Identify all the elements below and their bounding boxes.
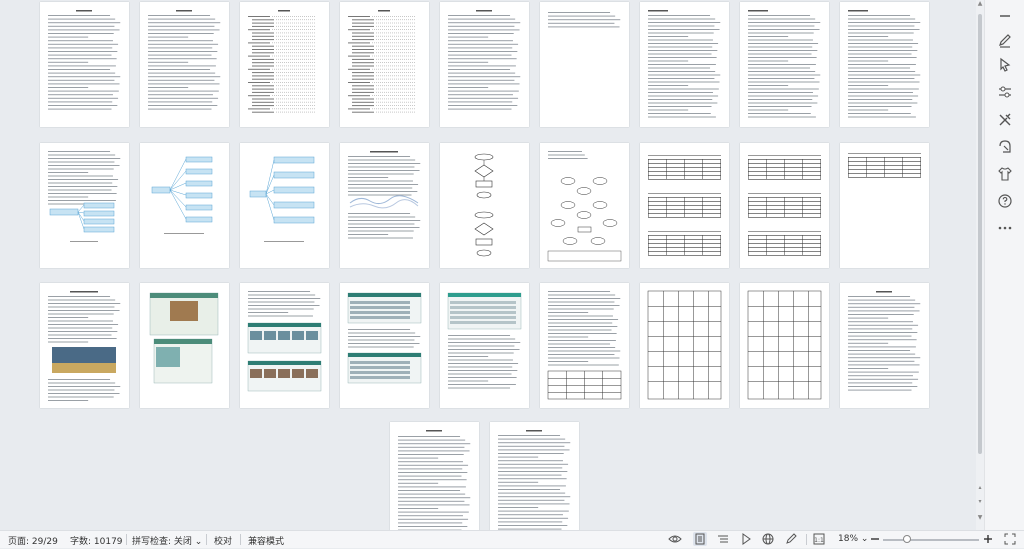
spellcheck-toggle[interactable]: 拼写检查: 关闭 ⌄	[132, 534, 202, 547]
page-thumbnail[interactable]	[390, 422, 479, 530]
page-thumbnail[interactable]	[640, 143, 729, 268]
shirt-icon[interactable]	[995, 164, 1015, 184]
page-thumbnail[interactable]	[240, 143, 329, 268]
word-count[interactable]: 字数: 10179	[70, 534, 123, 547]
pen-tool-icon[interactable]	[784, 532, 798, 546]
page-thumbnail[interactable]	[640, 283, 729, 408]
document-canvas[interactable]	[0, 0, 976, 530]
scrollbar-thumb[interactable]	[978, 14, 982, 454]
page-thumbnail[interactable]	[840, 283, 929, 408]
zoom-value: 18%	[838, 534, 858, 544]
right-toolbar	[984, 0, 1024, 530]
scroll-page-down-icon[interactable]: ▾	[976, 498, 984, 506]
page-thumbnail[interactable]	[240, 283, 329, 408]
zoom-level[interactable]: 18% ⌄	[838, 534, 868, 544]
page-thumbnail[interactable]	[490, 422, 579, 530]
page-thumbnail[interactable]	[440, 283, 529, 408]
page-thumbnail[interactable]	[540, 283, 629, 408]
svg-text:1:1: 1:1	[814, 537, 824, 544]
page-thumbnail[interactable]	[340, 2, 429, 127]
crop-icon[interactable]	[995, 137, 1015, 157]
web-view-icon[interactable]	[761, 532, 775, 546]
separator	[206, 534, 207, 545]
page-thumbnail[interactable]	[540, 2, 629, 127]
scroll-up-arrow-icon[interactable]: ▲	[976, 0, 984, 8]
page-thumbnail[interactable]	[740, 2, 829, 127]
scroll-down-arrow-icon[interactable]: ▼	[976, 514, 984, 522]
fit-page-icon[interactable]: 1:1	[812, 532, 826, 546]
help-icon[interactable]	[995, 191, 1015, 211]
separator	[240, 534, 241, 545]
play-icon[interactable]	[739, 532, 753, 546]
page-thumbnail[interactable]	[140, 283, 229, 408]
page-view-icon[interactable]	[693, 532, 707, 546]
page-thumbnail[interactable]	[440, 143, 529, 268]
outline-view-icon[interactable]	[716, 532, 730, 546]
zoom-out-icon[interactable]	[868, 532, 882, 546]
settings-slider-icon[interactable]	[995, 82, 1015, 102]
page-thumbnail[interactable]	[140, 143, 229, 268]
pen-icon[interactable]	[995, 30, 1015, 50]
vertical-scrollbar[interactable]: ▲ ▴ ▾ ▼	[976, 0, 984, 530]
page-thumbnail[interactable]	[540, 143, 629, 268]
zoom-slider[interactable]	[883, 539, 979, 541]
minus-icon[interactable]	[995, 6, 1015, 26]
page-thumbnail[interactable]	[740, 143, 829, 268]
page-thumbnail[interactable]	[740, 283, 829, 408]
more-icon[interactable]	[995, 218, 1015, 238]
cursor-icon[interactable]	[995, 55, 1015, 75]
scroll-page-up-icon[interactable]: ▴	[976, 484, 984, 492]
tools-icon[interactable]	[995, 110, 1015, 130]
page-thumbnail[interactable]	[840, 143, 929, 268]
page-thumbnail[interactable]	[240, 2, 329, 127]
proofread-button[interactable]: 校对	[214, 534, 232, 547]
compat-mode-label: 兼容模式	[248, 534, 284, 547]
zoom-slider-handle[interactable]	[903, 535, 911, 543]
page-thumbnail[interactable]	[40, 2, 129, 127]
page-thumbnail[interactable]	[440, 2, 529, 127]
page-thumbnail[interactable]	[40, 283, 129, 408]
zoom-in-icon[interactable]	[981, 532, 995, 546]
separator	[126, 534, 127, 545]
spellcheck-label: 拼写检查: 关闭	[132, 537, 192, 547]
status-bar: 页面: 29/29 字数: 10179 拼写检查: 关闭 ⌄ 校对 兼容模式 1…	[0, 530, 1024, 548]
page-thumbnail[interactable]	[340, 143, 429, 268]
page-indicator[interactable]: 页面: 29/29	[8, 534, 58, 547]
page-thumbnail[interactable]	[640, 2, 729, 127]
separator	[806, 534, 807, 545]
eye-icon[interactable]	[668, 532, 682, 546]
page-thumbnail[interactable]	[340, 283, 429, 408]
page-thumbnail[interactable]	[140, 2, 229, 127]
chevron-down-icon: ⌄	[195, 537, 203, 547]
fullscreen-icon[interactable]	[1003, 532, 1017, 546]
page-thumbnail[interactable]	[840, 2, 929, 127]
page-thumbnail[interactable]	[40, 143, 129, 268]
